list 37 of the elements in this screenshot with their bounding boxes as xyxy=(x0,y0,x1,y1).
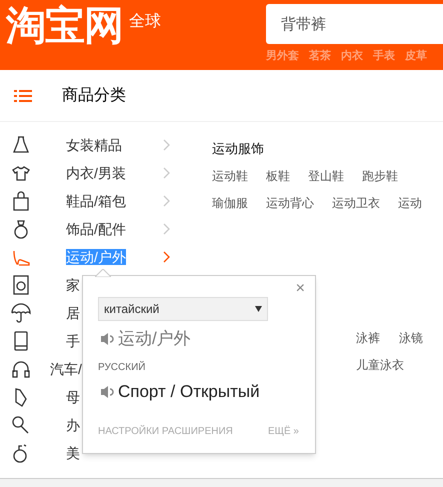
subcategory-link[interactable]: 运动鞋 xyxy=(212,166,248,184)
chevron-icon xyxy=(163,167,170,179)
close-button[interactable]: × xyxy=(296,280,305,298)
subcategory-link[interactable]: 泳镜 xyxy=(399,328,423,346)
headphones-icon xyxy=(11,359,31,379)
dress-icon xyxy=(11,135,31,155)
category-link[interactable]: 女装精品 xyxy=(66,137,156,153)
subcategory-link[interactable]: 运动 xyxy=(398,194,422,212)
category-link[interactable]: 鞋品/箱包 xyxy=(66,193,156,209)
language-select[interactable]: китайский xyxy=(98,297,268,321)
umbrella-icon xyxy=(11,303,31,323)
category-link[interactable]: 内衣/男装 xyxy=(66,165,156,181)
subcategory-heading: 运动服饰 xyxy=(212,140,265,158)
subcategory-link[interactable]: 登山鞋 xyxy=(308,166,344,184)
menu-icon[interactable] xyxy=(14,90,32,102)
source-text: 运动/户外 xyxy=(118,328,191,350)
subcategory-link[interactable]: 运动背心 xyxy=(266,194,314,212)
bag-icon xyxy=(11,191,31,211)
category-title: 商品分类 xyxy=(62,86,126,106)
dropdown-arrow-icon xyxy=(255,306,262,312)
speaker-icon[interactable] xyxy=(100,331,114,347)
translation-text: Спорт / Открытый xyxy=(118,381,260,403)
chevron-icon xyxy=(163,251,170,263)
subcategory-link[interactable]: 瑜伽服 xyxy=(212,194,248,212)
washing-machine-icon xyxy=(11,275,31,295)
subcategory-link[interactable]: 板鞋 xyxy=(266,166,290,184)
subcategory-link[interactable]: 跑步鞋 xyxy=(362,166,398,184)
subcategory-link[interactable]: 泳裤 xyxy=(356,328,380,346)
subcategory-link[interactable]: 运动卫衣 xyxy=(332,194,380,212)
speaker-icon[interactable] xyxy=(100,384,114,400)
target-language-label: РУССКИЙ xyxy=(98,360,146,375)
chevron-icon xyxy=(163,195,170,207)
chevron-icon xyxy=(163,223,170,235)
subcategory-link[interactable]: 儿童泳衣 xyxy=(356,356,404,374)
category-link[interactable]: 饰品/配件 xyxy=(66,221,156,237)
search-field[interactable]: 背带裤 xyxy=(266,4,443,44)
chevron-icon xyxy=(163,139,170,151)
